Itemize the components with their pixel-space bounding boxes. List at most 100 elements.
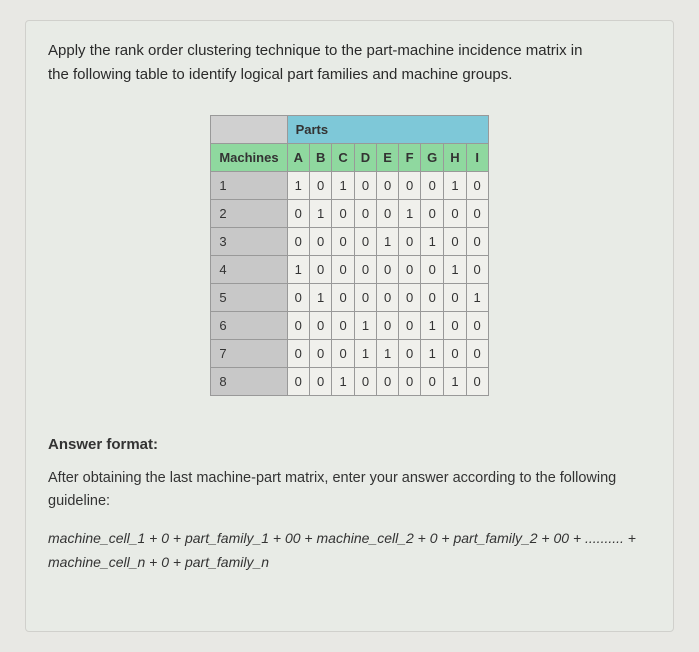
table-row: Parts: [211, 116, 488, 144]
matrix-cell: 0: [421, 172, 444, 200]
part-col: B: [309, 144, 331, 172]
matrix-cell: 0: [377, 284, 399, 312]
part-col: G: [421, 144, 444, 172]
question-container: Apply the rank order clustering techniqu…: [25, 20, 674, 632]
part-col: D: [354, 144, 376, 172]
matrix-cell: 0: [377, 368, 399, 396]
incidence-matrix-table: Parts Machines A B C D E F G H I 1101000…: [210, 115, 488, 396]
matrix-cell: 0: [332, 340, 354, 368]
matrix-cell: 0: [309, 340, 331, 368]
matrix-cell: 0: [444, 312, 466, 340]
matrix-cell: 0: [399, 340, 421, 368]
table-row: 1101000010: [211, 172, 488, 200]
matrix-cell: 0: [287, 228, 309, 256]
matrix-cell: 0: [377, 256, 399, 284]
matrix-cell: 0: [287, 312, 309, 340]
matrix-cell: 0: [287, 368, 309, 396]
answer-format-heading: Answer format:: [48, 436, 651, 453]
matrix-cell: 0: [466, 200, 488, 228]
matrix-cell: 1: [332, 172, 354, 200]
matrix-cell: 1: [399, 200, 421, 228]
machine-row-label: 2: [211, 200, 287, 228]
matrix-cell: 0: [332, 200, 354, 228]
matrix-cell: 0: [377, 172, 399, 200]
matrix-cell: 0: [444, 284, 466, 312]
matrix-cell: 0: [309, 312, 331, 340]
matrix-cell: 0: [377, 200, 399, 228]
matrix-cell: 0: [354, 368, 376, 396]
matrix-cell: 1: [377, 340, 399, 368]
matrix-cell: 0: [354, 200, 376, 228]
matrix-cell: 0: [354, 284, 376, 312]
matrix-cell: 0: [287, 284, 309, 312]
matrix-cell: 1: [444, 368, 466, 396]
matrix-cell: 0: [399, 284, 421, 312]
matrix-cell: 0: [421, 368, 444, 396]
table-row: 8001000010: [211, 368, 488, 396]
machines-label: Machines: [211, 144, 287, 172]
table-row: Machines A B C D E F G H I: [211, 144, 488, 172]
matrix-cell: 0: [399, 312, 421, 340]
matrix-cell: 0: [309, 368, 331, 396]
matrix-cell: 1: [309, 200, 331, 228]
matrix-cell: 0: [332, 284, 354, 312]
matrix-cell: 0: [444, 200, 466, 228]
matrix-cell: 1: [354, 340, 376, 368]
part-col: F: [399, 144, 421, 172]
matrix-cell: 1: [421, 312, 444, 340]
part-col: I: [466, 144, 488, 172]
part-col: C: [332, 144, 354, 172]
matrix-cell: 1: [421, 228, 444, 256]
question-line-1: Apply the rank order clustering techniqu…: [48, 42, 582, 59]
matrix-cell: 1: [466, 284, 488, 312]
matrix-cell: 0: [287, 200, 309, 228]
matrix-cell: 0: [354, 172, 376, 200]
part-col: A: [287, 144, 309, 172]
answer-format-instruction: After obtaining the last machine-part ma…: [48, 467, 651, 513]
table-row: 6000100100: [211, 312, 488, 340]
matrix-cell: 1: [377, 228, 399, 256]
machine-row-label: 5: [211, 284, 287, 312]
machine-row-label: 8: [211, 368, 287, 396]
matrix-cell: 0: [466, 340, 488, 368]
matrix-cell: 0: [287, 340, 309, 368]
answer-format-template: machine_cell_1 + 0 + part_family_1 + 00 …: [48, 527, 651, 575]
matrix-cell: 0: [332, 312, 354, 340]
part-col: H: [444, 144, 466, 172]
matrix-cell: 0: [377, 312, 399, 340]
matrix-cell: 0: [466, 368, 488, 396]
matrix-cell: 1: [421, 340, 444, 368]
matrix-cell: 0: [309, 172, 331, 200]
matrix-cell: 0: [444, 228, 466, 256]
matrix-cell: 0: [399, 256, 421, 284]
matrix-cell: 1: [354, 312, 376, 340]
matrix-cell: 0: [421, 200, 444, 228]
machine-row-label: 6: [211, 312, 287, 340]
matrix-cell: 0: [399, 172, 421, 200]
matrix-cell: 0: [354, 256, 376, 284]
matrix-cell: 0: [466, 312, 488, 340]
matrix-cell: 0: [332, 228, 354, 256]
machine-row-label: 7: [211, 340, 287, 368]
machine-row-label: 3: [211, 228, 287, 256]
matrix-cell: 0: [354, 228, 376, 256]
table-row: 5010000001: [211, 284, 488, 312]
table-row: 2010001000: [211, 200, 488, 228]
matrix-cell: 0: [309, 228, 331, 256]
matrix-cell: 1: [332, 368, 354, 396]
machine-row-label: 4: [211, 256, 287, 284]
machine-row-label: 1: [211, 172, 287, 200]
corner-cell: [211, 116, 287, 144]
matrix-cell: 1: [444, 172, 466, 200]
matrix-cell: 0: [309, 256, 331, 284]
part-col: E: [377, 144, 399, 172]
matrix-cell: 0: [399, 368, 421, 396]
table-wrapper: Parts Machines A B C D E F G H I 1101000…: [48, 115, 651, 396]
matrix-cell: 0: [399, 228, 421, 256]
matrix-cell: 0: [421, 256, 444, 284]
matrix-cell: 0: [421, 284, 444, 312]
matrix-cell: 0: [444, 340, 466, 368]
parts-header: Parts: [287, 116, 488, 144]
matrix-cell: 1: [444, 256, 466, 284]
matrix-cell: 1: [309, 284, 331, 312]
